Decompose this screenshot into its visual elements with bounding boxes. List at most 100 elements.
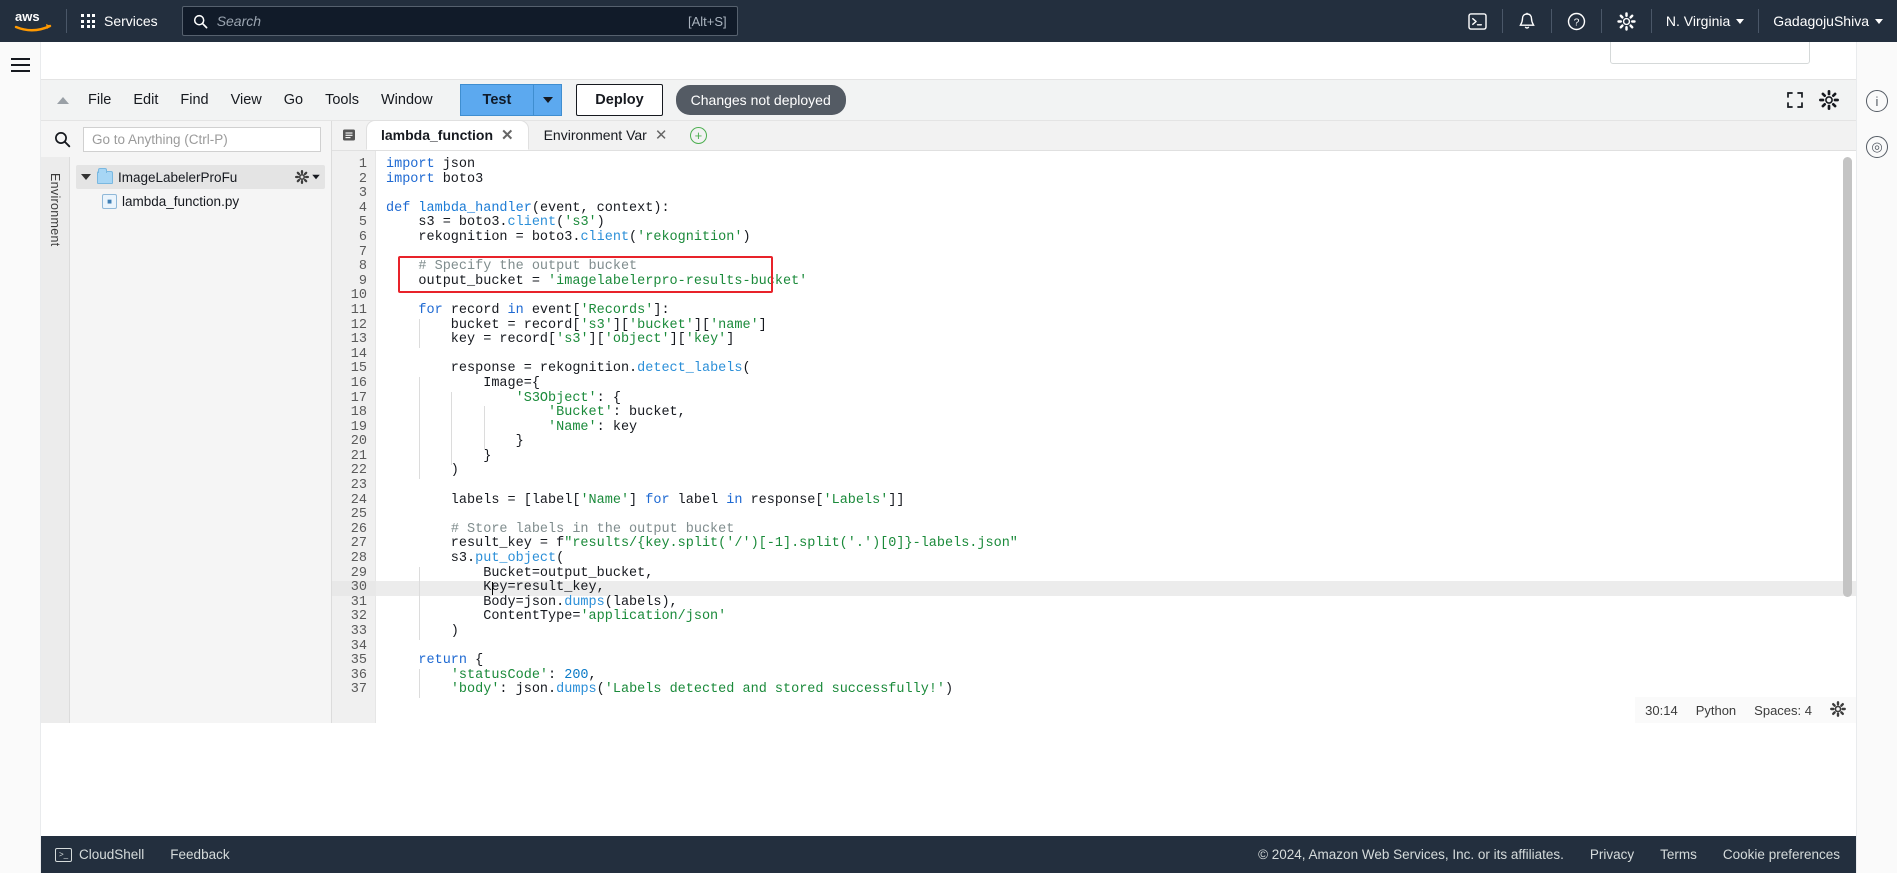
line-number: 35 — [350, 653, 367, 669]
menu-find[interactable]: Find — [169, 87, 219, 113]
global-search-bar[interactable]: [Alt+S] — [181, 6, 738, 36]
code-line[interactable]: } — [386, 434, 1856, 450]
code-line[interactable]: labels = [label['Name'] for label in res… — [386, 493, 1856, 509]
code-line[interactable]: def lambda_handler(event, context): — [386, 201, 1856, 217]
services-menu-button[interactable]: Services — [67, 0, 172, 42]
tree-row-folder[interactable]: ImageLabelerProFu — [76, 165, 325, 189]
gear-icon[interactable] — [1814, 85, 1844, 115]
code-line[interactable] — [386, 479, 1856, 494]
info-icon[interactable]: i — [1866, 90, 1888, 112]
cloudshell-link[interactable]: >_ CloudShell — [55, 847, 144, 862]
gear-icon[interactable] — [1830, 700, 1846, 720]
code-line[interactable]: ) — [386, 624, 1856, 640]
expand-icon[interactable] — [1780, 85, 1810, 115]
code-line[interactable]: bucket = record['s3']['bucket']['name'] — [386, 318, 1856, 334]
close-icon[interactable]: ✕ — [655, 126, 668, 144]
code-line[interactable]: response = rekognition.detect_labels( — [386, 362, 1856, 377]
code-line[interactable] — [386, 289, 1856, 304]
code-line[interactable]: s3 = boto3.client('s3') — [386, 216, 1856, 231]
privacy-link[interactable]: Privacy — [1590, 847, 1634, 862]
code-line[interactable]: } — [386, 449, 1856, 465]
cursor-position[interactable]: 30:14 — [1645, 703, 1678, 718]
code-line[interactable]: Image={ — [386, 376, 1856, 392]
indent-setting[interactable]: Spaces: 4 — [1754, 703, 1812, 718]
code-line[interactable] — [386, 640, 1856, 655]
code-line[interactable]: Body=json.dumps(labels), — [386, 595, 1856, 611]
shield-icon[interactable]: ◎ — [1866, 136, 1888, 158]
cookie-preferences-link[interactable]: Cookie preferences — [1723, 847, 1840, 862]
code-line[interactable]: ContentType='application/json' — [386, 610, 1856, 625]
code-line[interactable]: # Specify the output bucket — [386, 259, 1856, 275]
code-line[interactable]: 'Bucket': bucket, — [386, 405, 1856, 421]
editor-toolbar-icons — [1780, 85, 1856, 115]
code-line[interactable]: 'statusCode': 200, — [386, 668, 1856, 684]
svg-text:?: ? — [1574, 17, 1580, 28]
header-stub-control[interactable] — [1610, 42, 1810, 64]
menu-edit[interactable]: Edit — [122, 87, 169, 113]
aws-logo[interactable]: aws — [0, 8, 66, 34]
cloudshell-icon[interactable] — [1453, 0, 1502, 42]
go-to-anything-input[interactable] — [83, 126, 321, 152]
code-line[interactable]: s3.put_object( — [386, 551, 1856, 567]
code-line[interactable] — [386, 348, 1856, 363]
text-cursor — [491, 582, 494, 595]
code-line[interactable]: # Store labels in the output bucket — [386, 522, 1856, 538]
add-tab-button[interactable]: + — [682, 120, 714, 150]
line-number: 28 — [350, 551, 367, 567]
terms-link[interactable]: Terms — [1660, 847, 1697, 862]
chevron-down-icon — [1736, 18, 1745, 24]
code-line[interactable]: rekognition = boto3.client('rekognition'… — [386, 230, 1856, 246]
test-button[interactable]: Test — [459, 84, 534, 116]
code-line[interactable]: import boto3 — [386, 172, 1856, 188]
tab-lambda-function[interactable]: lambda_function ✕ — [366, 120, 529, 150]
menu-tools[interactable]: Tools — [314, 87, 370, 113]
bell-icon[interactable] — [1503, 0, 1551, 42]
code-line[interactable]: result_key = f"results/{key.split('/')[-… — [386, 537, 1856, 552]
gear-icon[interactable] — [1602, 0, 1651, 42]
code-line[interactable]: Key=result_key, — [376, 580, 1856, 596]
search-input[interactable] — [216, 13, 680, 29]
line-number-gutter: 1 2 3 4 5 6 7 8 9 10 11 12 13 14 15 16 17 18 19 20 21 22 23 24 2… — [332, 151, 376, 723]
menu-hamburger-icon[interactable] — [10, 58, 30, 72]
vertical-scrollbar[interactable] — [1843, 157, 1852, 597]
tree-row-file[interactable]: ■ lambda_function.py — [76, 189, 325, 213]
test-dropdown-button[interactable] — [533, 84, 563, 116]
account-menu[interactable]: GadagojuShiva — [1759, 0, 1897, 42]
close-icon[interactable]: ✕ — [501, 126, 514, 144]
question-circle-icon[interactable]: ? — [1552, 0, 1601, 42]
code-line[interactable] — [386, 246, 1856, 261]
code-line[interactable]: 'body': json.dumps('Labels detected and … — [386, 683, 1856, 698]
code-content[interactable]: import json import boto3 def lambda_handl… — [376, 151, 1856, 723]
menu-window[interactable]: Window — [370, 87, 444, 113]
chevron-down-icon[interactable] — [80, 174, 92, 180]
menu-file[interactable]: File — [77, 87, 122, 113]
code-line[interactable]: for record in event['Records']: — [386, 303, 1856, 319]
code-line[interactable]: import json — [386, 157, 1856, 173]
code-line[interactable] — [386, 187, 1856, 202]
explorer-search-row — [41, 121, 331, 157]
menu-go[interactable]: Go — [273, 87, 314, 113]
code-line[interactable]: key = record['s3']['object']['key'] — [386, 332, 1856, 348]
code-line[interactable]: 'Name': key — [386, 420, 1856, 436]
code-line[interactable]: Bucket=output_bucket, — [386, 566, 1856, 582]
deploy-button[interactable]: Deploy — [576, 84, 663, 116]
environment-side-tab[interactable]: Environment — [41, 157, 70, 723]
language-mode[interactable]: Python — [1696, 703, 1736, 718]
search-icon[interactable] — [47, 131, 77, 148]
code-line[interactable]: ) — [386, 464, 1856, 479]
tab-list-icon[interactable] — [332, 120, 366, 150]
collapse-panel-button[interactable] — [49, 96, 77, 104]
feedback-link[interactable]: Feedback — [170, 847, 229, 862]
line-number: 22 — [350, 463, 367, 479]
code-line[interactable] — [386, 508, 1856, 523]
footer-right: © 2024, Amazon Web Services, Inc. or its… — [1258, 847, 1856, 862]
tab-environment-variables[interactable]: Environment Var ✕ — [529, 120, 683, 150]
menu-view[interactable]: View — [220, 87, 273, 113]
code-line[interactable]: output_bucket = 'imagelabelerpro-results… — [386, 274, 1856, 290]
folder-settings-icon[interactable] — [295, 170, 321, 184]
code-area[interactable]: 1 2 3 4 5 6 7 8 9 10 11 12 13 14 15 16 17 18 19 20 21 22 23 24 2… — [332, 151, 1856, 723]
chevron-down-icon — [542, 97, 553, 103]
region-selector[interactable]: N. Virginia — [1652, 0, 1758, 42]
code-line[interactable]: 'S3Object': { — [386, 391, 1856, 407]
code-line[interactable]: return { — [386, 653, 1856, 669]
